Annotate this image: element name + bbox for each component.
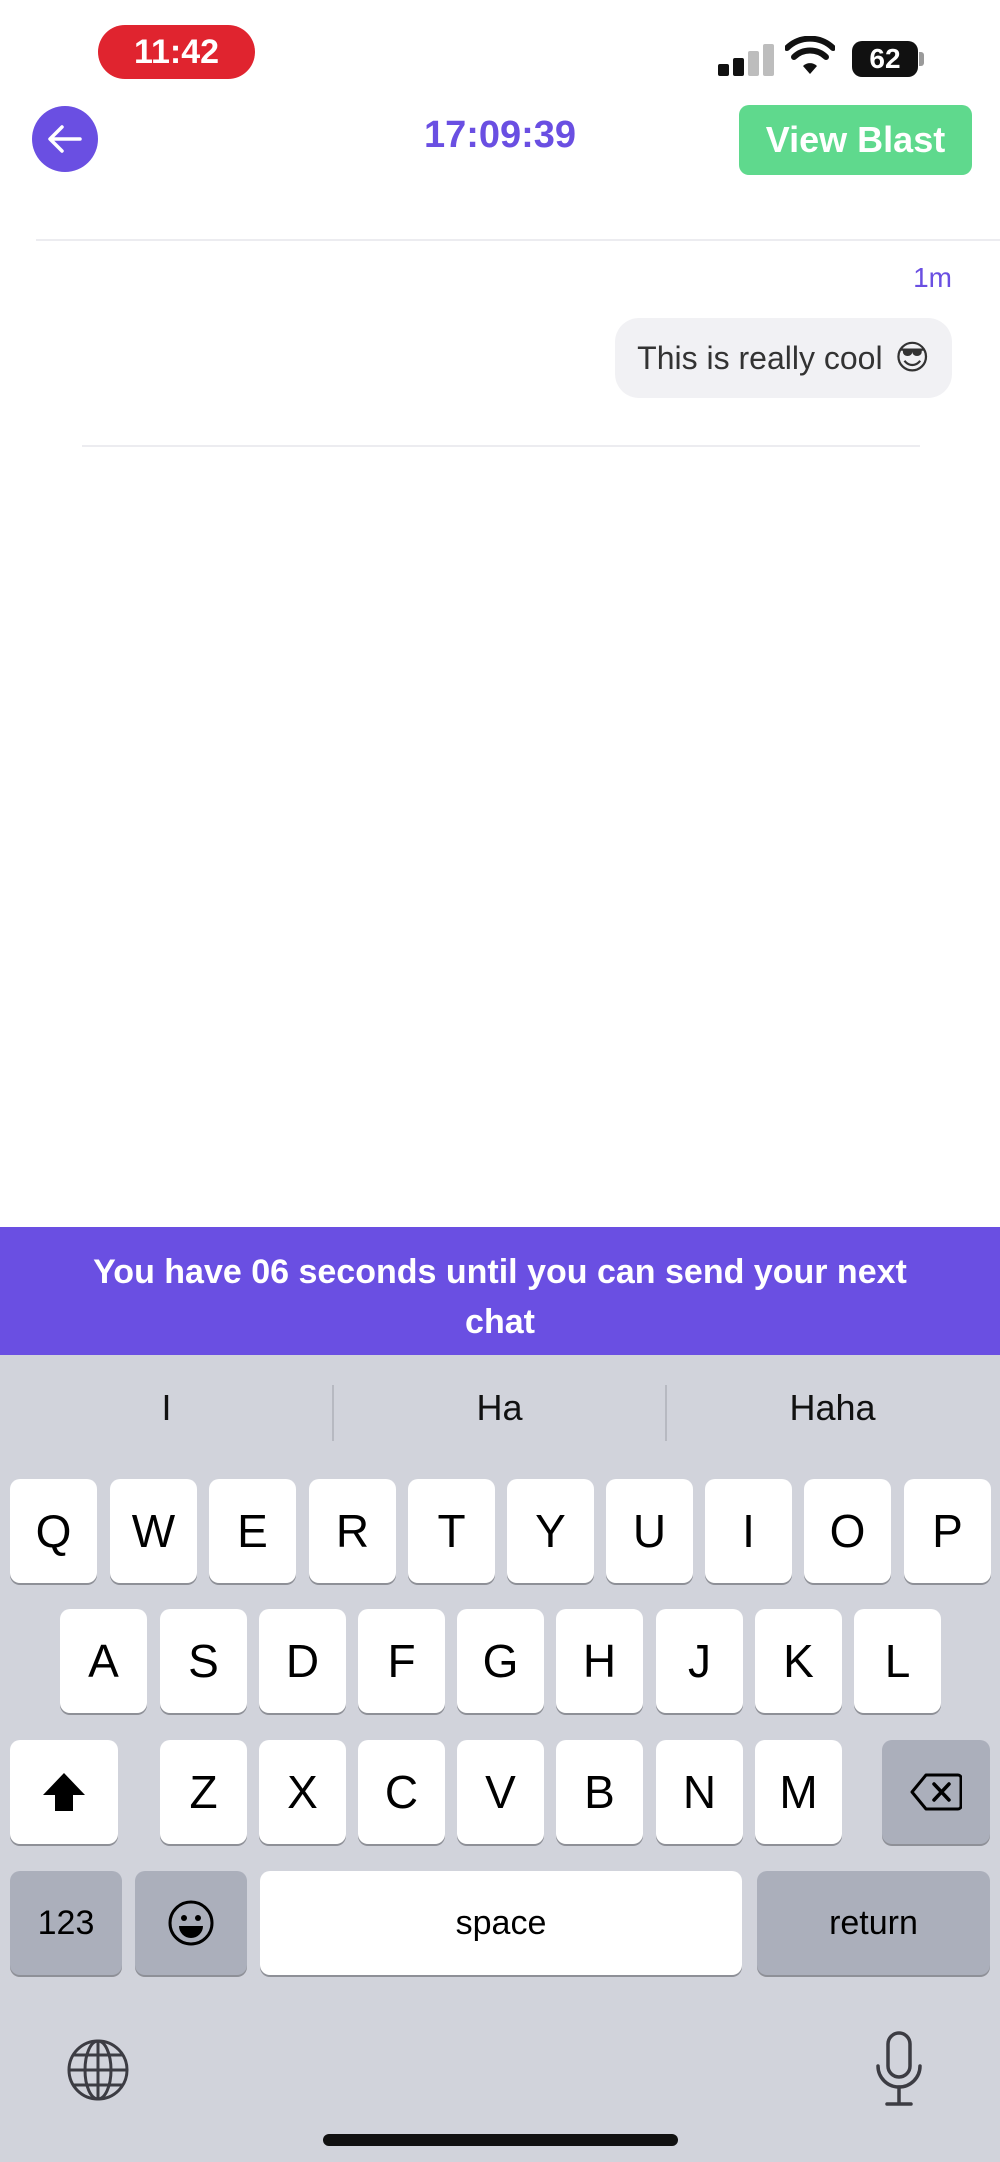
backspace-icon bbox=[910, 1773, 962, 1811]
key-x[interactable]: X bbox=[259, 1740, 346, 1844]
emoji-icon bbox=[168, 1900, 214, 1946]
status-time: 11:42 bbox=[98, 25, 255, 79]
key-e[interactable]: E bbox=[209, 1479, 296, 1583]
key-d[interactable]: D bbox=[259, 1609, 346, 1713]
key-s[interactable]: S bbox=[160, 1609, 247, 1713]
key-l[interactable]: L bbox=[854, 1609, 941, 1713]
back-button[interactable] bbox=[32, 106, 98, 172]
globe-icon[interactable] bbox=[66, 2038, 130, 2102]
key-y[interactable]: Y bbox=[507, 1479, 594, 1583]
key-f[interactable]: F bbox=[358, 1609, 445, 1713]
key-k[interactable]: K bbox=[755, 1609, 842, 1713]
status-bar: 11:42 62 bbox=[0, 0, 1000, 100]
key-b[interactable]: B bbox=[556, 1740, 643, 1844]
key-j[interactable]: J bbox=[656, 1609, 743, 1713]
backspace-key[interactable] bbox=[882, 1740, 990, 1844]
key-o[interactable]: O bbox=[804, 1479, 891, 1583]
key-z[interactable]: Z bbox=[160, 1740, 247, 1844]
key-q[interactable]: Q bbox=[10, 1479, 97, 1583]
key-r[interactable]: R bbox=[309, 1479, 396, 1583]
divider bbox=[82, 445, 920, 447]
microphone-icon[interactable] bbox=[872, 2030, 926, 2108]
home-indicator bbox=[323, 2134, 678, 2146]
key-m[interactable]: M bbox=[755, 1740, 842, 1844]
key-n[interactable]: N bbox=[656, 1740, 743, 1844]
key-g[interactable]: G bbox=[457, 1609, 544, 1713]
shift-key[interactable] bbox=[10, 1740, 118, 1844]
key-t[interactable]: T bbox=[408, 1479, 495, 1583]
key-a[interactable]: A bbox=[60, 1609, 147, 1713]
cooldown-banner: You have 06 seconds until you can send y… bbox=[0, 1227, 1000, 1355]
countdown-timer: 17:09:39 bbox=[423, 114, 577, 156]
chat-message-bubble[interactable]: This is really cool 😎 bbox=[615, 318, 952, 398]
shift-icon bbox=[43, 1773, 85, 1811]
key-c[interactable]: C bbox=[358, 1740, 445, 1844]
arrow-left-icon bbox=[48, 125, 82, 153]
cellular-signal-icon bbox=[718, 44, 774, 76]
key-v[interactable]: V bbox=[457, 1740, 544, 1844]
suggestion-bar: I Ha Haha bbox=[0, 1355, 1000, 1475]
numbers-key[interactable]: 123 bbox=[10, 1871, 122, 1975]
suggestion-item[interactable]: Haha bbox=[666, 1387, 999, 1437]
view-blast-button[interactable]: View Blast bbox=[739, 105, 972, 175]
suggestion-item[interactable]: I bbox=[0, 1387, 333, 1437]
message-timestamp: 1m bbox=[913, 262, 952, 293]
space-key[interactable]: space bbox=[260, 1871, 742, 1975]
wifi-icon bbox=[785, 36, 835, 74]
suggestion-item[interactable]: Ha bbox=[333, 1387, 666, 1437]
divider bbox=[36, 239, 1000, 241]
return-key[interactable]: return bbox=[757, 1871, 990, 1975]
key-h[interactable]: H bbox=[556, 1609, 643, 1713]
emoji-key[interactable] bbox=[135, 1871, 247, 1975]
battery-level: 62 bbox=[852, 41, 918, 77]
key-i[interactable]: I bbox=[705, 1479, 792, 1583]
sunglasses-emoji-icon: 😎 bbox=[894, 339, 930, 377]
key-p[interactable]: P bbox=[904, 1479, 991, 1583]
key-w[interactable]: W bbox=[110, 1479, 197, 1583]
battery-icon: 62 bbox=[852, 41, 924, 77]
keyboard: I Ha Haha Q W E R T Y U I O P A S D F G … bbox=[0, 1355, 1000, 2162]
key-u[interactable]: U bbox=[606, 1479, 693, 1583]
message-text: This is really cool bbox=[637, 339, 883, 376]
